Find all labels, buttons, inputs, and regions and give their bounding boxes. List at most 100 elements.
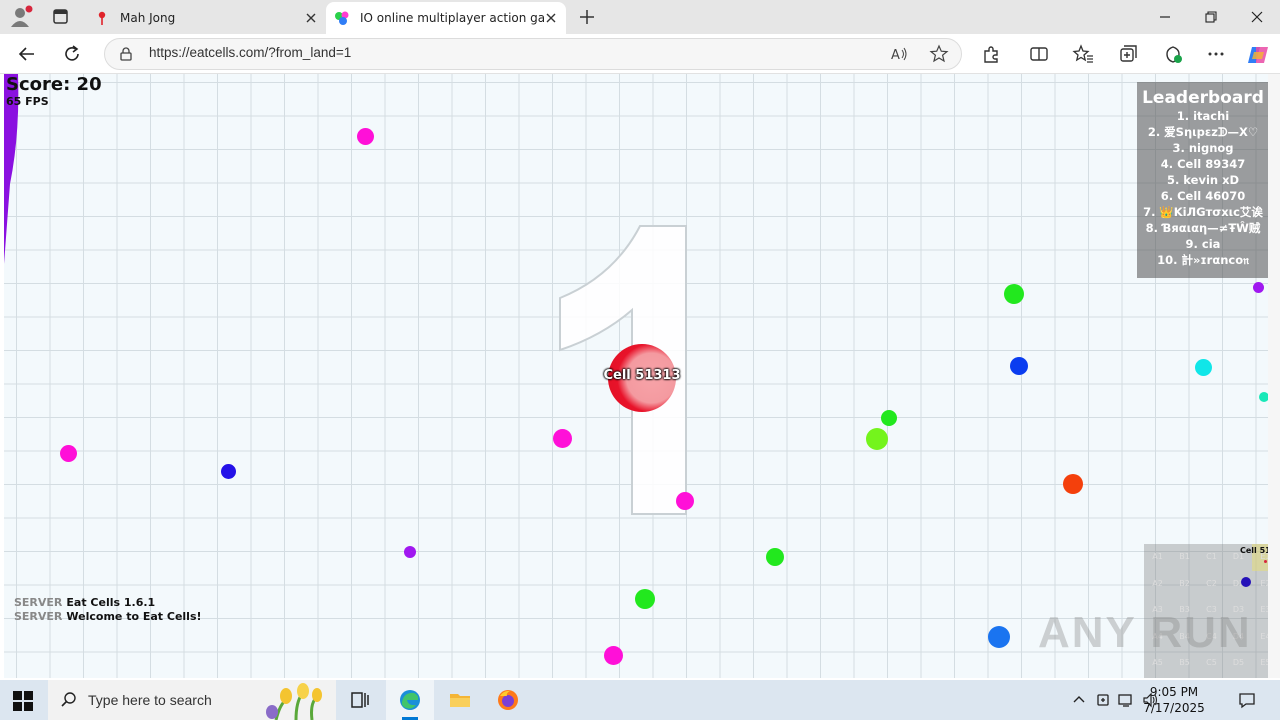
clock-time: 9:05 PM (1149, 685, 1199, 699)
watermark: ANY RUN (1038, 608, 1252, 657)
windows-start-icon[interactable] (12, 690, 34, 712)
minimap-sector: A1 (1152, 552, 1163, 561)
food-pellet (1253, 282, 1264, 293)
site-info-lock-icon[interactable] (117, 45, 135, 63)
split-screen-icon[interactable] (1028, 43, 1050, 65)
new-tab-button[interactable] (576, 6, 598, 28)
food-pellet (221, 464, 236, 479)
task-view-icon[interactable] (336, 680, 384, 720)
search-icon (60, 691, 78, 709)
back-arrow-icon[interactable] (16, 43, 38, 65)
more-menu-icon[interactable] (1205, 43, 1227, 65)
favorites-list-icon[interactable] (1072, 43, 1094, 65)
food-pellet (881, 410, 897, 426)
profile-icon[interactable] (8, 5, 34, 29)
url-text[interactable]: https://eatcells.com/?from_land=1 (149, 45, 351, 60)
favorite-star-icon[interactable] (929, 44, 949, 64)
minimap-sector: D5 (1232, 658, 1245, 667)
svg-text:A: A (891, 48, 900, 63)
minimap-sector: C2 (1206, 579, 1217, 588)
food-pellet (553, 429, 572, 448)
close-icon[interactable] (304, 11, 318, 25)
leaderboard-entry: 7. 👑KiЛGтσхιc艾诶 (1143, 205, 1263, 219)
leaderboard-entry: 10. 計»ɪrαnco𝔫 (1157, 253, 1249, 267)
food-pellet (866, 428, 888, 450)
address-bar[interactable]: https://eatcells.com/?from_land=1 A (104, 38, 962, 70)
leaderboard-entry: 4. Cell 89347 (1160, 157, 1246, 171)
minimap-sector: A5 (1152, 658, 1163, 667)
minimap-sector: E4 (1260, 632, 1268, 641)
tab-eatcells[interactable]: IO online multiplayer action game (326, 2, 566, 34)
minimap-sector: E3 (1260, 605, 1268, 614)
search-placeholder: Type here to search (88, 692, 212, 708)
fps-display: 65 FPS (6, 95, 49, 108)
food-pellet (1004, 284, 1024, 304)
food-pellet (1010, 357, 1028, 375)
browser-essentials-icon[interactable] (1162, 43, 1184, 65)
chat-message: SERVER Welcome to Eat Cells! (14, 610, 202, 624)
search-highlight-flowers-icon (266, 683, 322, 720)
food-pellet (60, 445, 77, 462)
minimap-sector: B5 (1179, 658, 1190, 667)
extensions-puzzle-icon[interactable] (980, 43, 1002, 65)
eatcells-favicon-icon (334, 10, 350, 26)
firefox-icon[interactable] (484, 680, 532, 720)
minimap-sector: E2 (1260, 579, 1268, 588)
chat-text: Eat Cells 1.6.1 (66, 596, 156, 609)
chevron-up-icon[interactable] (1070, 691, 1088, 709)
minimap-sector: E5 (1260, 658, 1268, 667)
file-explorer-icon[interactable] (436, 680, 484, 720)
leaderboard-title: Leaderboard (1142, 88, 1264, 108)
food-pellet (404, 546, 416, 558)
collections-icon[interactable] (1117, 43, 1139, 65)
tab-actions-icon[interactable] (46, 6, 74, 28)
food-pellet (357, 128, 374, 145)
food-pellet (1259, 392, 1268, 402)
food-pellet (1195, 359, 1212, 376)
close-window-icon[interactable] (1246, 6, 1268, 28)
leaderboard-entry: 8. Ɓяαιαη—≠ŦŴ贼 (1145, 221, 1261, 235)
refresh-icon[interactable] (61, 43, 83, 65)
minimap-sector: A2 (1152, 579, 1163, 588)
tab-strip: Mah Jong IO online multiplayer action ga… (0, 0, 1280, 34)
copilot-icon[interactable] (1246, 43, 1268, 65)
food-pellet (1063, 474, 1083, 494)
minimap-sector: B1 (1179, 552, 1190, 561)
minimize-icon[interactable] (1154, 6, 1176, 28)
tab-title: IO online multiplayer action game (360, 11, 544, 25)
page-scrollbar[interactable] (1268, 74, 1280, 678)
windows-taskbar: Type here to search 9:05 PM 7/17/2025 (0, 680, 1280, 720)
read-aloud-icon[interactable]: A (889, 44, 909, 64)
food-pellet (635, 589, 655, 609)
browser-toolbar: https://eatcells.com/?from_land=1 A (0, 34, 1280, 74)
network-icon[interactable] (1117, 691, 1135, 709)
minimap-sector: C1 (1206, 552, 1217, 561)
leaderboard-entry: 1. itachi (1176, 109, 1230, 123)
pin-favicon-icon (94, 10, 110, 26)
restore-icon[interactable] (1200, 6, 1222, 28)
leaderboard: Leaderboard 1. itachi 2. 爱Sηιpεzᗫ—X♡ 3. … (1137, 82, 1268, 278)
close-icon[interactable] (544, 11, 558, 25)
tab-mah-jong[interactable]: Mah Jong (86, 2, 326, 34)
food-pellet (604, 646, 623, 665)
edge-taskbar-icon[interactable] (386, 680, 434, 720)
player-name-label: Cell 51313 (603, 368, 681, 383)
game-canvas[interactable]: Score: 20 65 FPS Cell 51313 Leaderboard … (4, 74, 1268, 678)
minimap-sector: B2 (1179, 579, 1190, 588)
leaderboard-entry: 9. cia (1185, 237, 1221, 251)
score-display: Score: 20 (6, 74, 102, 95)
food-pellet (676, 492, 694, 510)
chat-source: SERVER (14, 596, 63, 609)
chat-message: SERVER Eat Cells 1.6.1 (14, 596, 202, 610)
leaderboard-entry: 5. kevin xD (1166, 173, 1240, 187)
notifications-icon[interactable] (1238, 691, 1256, 709)
tab-title: Mah Jong (120, 11, 176, 25)
taskbar-clock[interactable]: 9:05 PM 7/17/2025 (1136, 684, 1212, 716)
clock-date: 7/17/2025 (1143, 701, 1205, 715)
leaderboard-entry: 3. nignog (1172, 141, 1234, 155)
minimap-sector: C5 (1206, 658, 1217, 667)
security-icon[interactable] (1094, 691, 1112, 709)
leaderboard-entry: 6. Cell 46070 (1160, 189, 1246, 203)
leaderboard-entry: 2. 爱Sηιpεzᗫ—X♡ (1147, 125, 1259, 139)
minimap-sector: D1 (1232, 552, 1245, 561)
